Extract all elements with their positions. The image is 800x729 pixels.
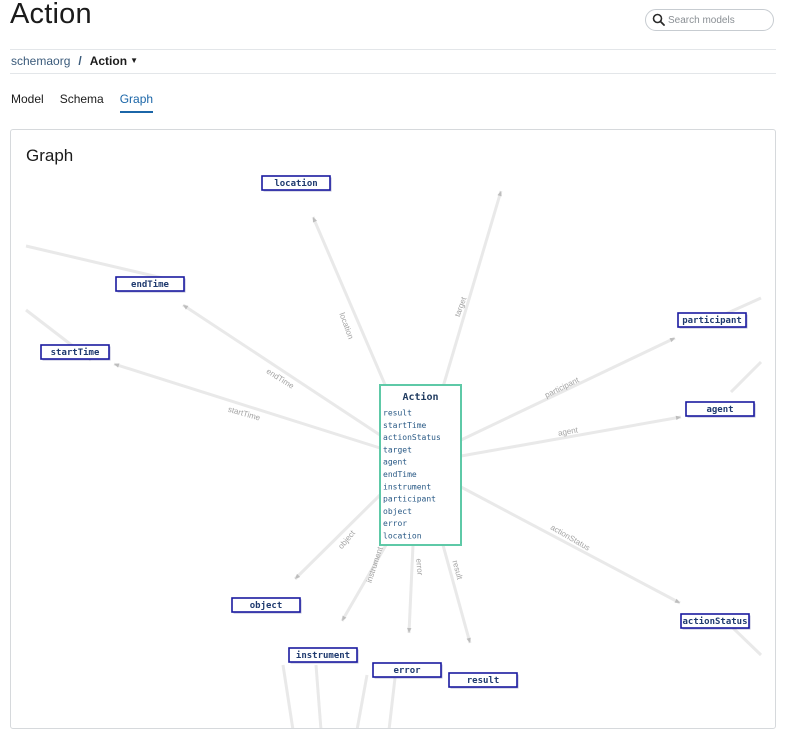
center-node-field: agent	[383, 458, 407, 467]
graph-background-edge	[387, 677, 397, 728]
search-box[interactable]	[645, 9, 774, 31]
graph-background-edge	[355, 674, 369, 728]
graph-background-edge	[729, 360, 763, 394]
center-node-action[interactable]: Action result startTime actionStatus target a…	[379, 384, 462, 546]
graph-node-actionStatus[interactable]: actionStatus	[680, 613, 751, 630]
graph-background-edge	[314, 664, 323, 728]
graph-background-edge	[25, 244, 172, 282]
edge-label-startTime: startTime	[227, 405, 262, 423]
graph-background-edge	[281, 664, 295, 728]
breadcrumb-separator: /	[78, 54, 82, 68]
tab-model[interactable]: Model	[11, 92, 44, 113]
center-node-title: Action	[402, 391, 438, 403]
edge-label-error: error	[414, 558, 424, 576]
tab-graph[interactable]: Graph	[119, 92, 154, 113]
node-label-actionStatus: actionStatus	[682, 616, 747, 627]
breadcrumb-divider	[10, 73, 776, 74]
view-tabs: Model Schema Graph	[11, 92, 169, 113]
center-node-field: result	[383, 409, 412, 418]
node-label-endTime: endTime	[131, 279, 170, 290]
center-node-field: object	[383, 507, 412, 516]
center-node-field: instrument	[383, 482, 431, 491]
graph-edge-startTime	[113, 362, 381, 450]
graph-edge-actionStatus	[460, 485, 681, 605]
edge-label-location: location	[337, 311, 355, 340]
graph-node-location[interactable]: location	[261, 175, 332, 192]
node-label-error: error	[393, 666, 421, 676]
graph-node-result[interactable]: result	[448, 672, 519, 689]
edge-label-object: object	[336, 528, 357, 551]
node-label-participant: participant	[682, 315, 742, 326]
breadcrumb-root-link[interactable]: schemaorg	[11, 54, 70, 68]
header-divider	[10, 49, 776, 50]
breadcrumb: schemaorg / Action ▼	[11, 54, 138, 68]
node-label-location: location	[274, 178, 317, 189]
center-node-field: error	[383, 519, 407, 528]
center-node-field: startTime	[383, 421, 427, 430]
graph-node-endTime[interactable]: endTime	[115, 276, 186, 293]
center-node-field: location	[383, 532, 422, 541]
center-node-field: participant	[383, 495, 436, 504]
relationship-graph: location target endTime startTime participan…	[25, 175, 763, 728]
edge-label-instrument: instrument	[365, 545, 385, 584]
node-label-result: result	[467, 676, 500, 686]
search-icon	[652, 13, 665, 26]
center-node-field: actionStatus	[383, 433, 441, 442]
graph-node-agent[interactable]: agent	[685, 401, 756, 418]
graph-node-startTime[interactable]: startTime	[40, 344, 111, 361]
edge-label-participant: participant	[543, 375, 581, 400]
graph-edge-target	[441, 190, 503, 388]
node-label-object: object	[250, 600, 283, 611]
search-input[interactable]	[668, 12, 768, 28]
node-label-agent: agent	[706, 405, 733, 415]
tab-schema[interactable]: Schema	[60, 92, 104, 113]
breadcrumb-current-label: Action	[89, 54, 128, 68]
center-node-field: endTime	[383, 470, 417, 479]
graph-panel: Graph location target endTime startTime part…	[10, 129, 776, 729]
graph-node-error[interactable]: error	[372, 662, 443, 679]
page-title: Action	[10, 0, 92, 30]
graph-node-object[interactable]: object	[231, 597, 302, 614]
node-label-startTime: startTime	[51, 347, 100, 358]
graph-edge-object	[293, 493, 382, 581]
graph-edge-error	[407, 544, 415, 634]
caret-down-icon: ▼	[130, 56, 138, 65]
graph-node-participant[interactable]: participant	[677, 312, 748, 329]
graph-node-instrument[interactable]: instrument	[288, 647, 359, 664]
node-label-instrument: instrument	[296, 650, 350, 661]
center-node-field: target	[383, 445, 412, 454]
breadcrumb-model-dropdown[interactable]: Action ▼	[90, 54, 138, 68]
graph-background-edge	[731, 626, 763, 657]
graph-edge-location	[311, 216, 388, 388]
